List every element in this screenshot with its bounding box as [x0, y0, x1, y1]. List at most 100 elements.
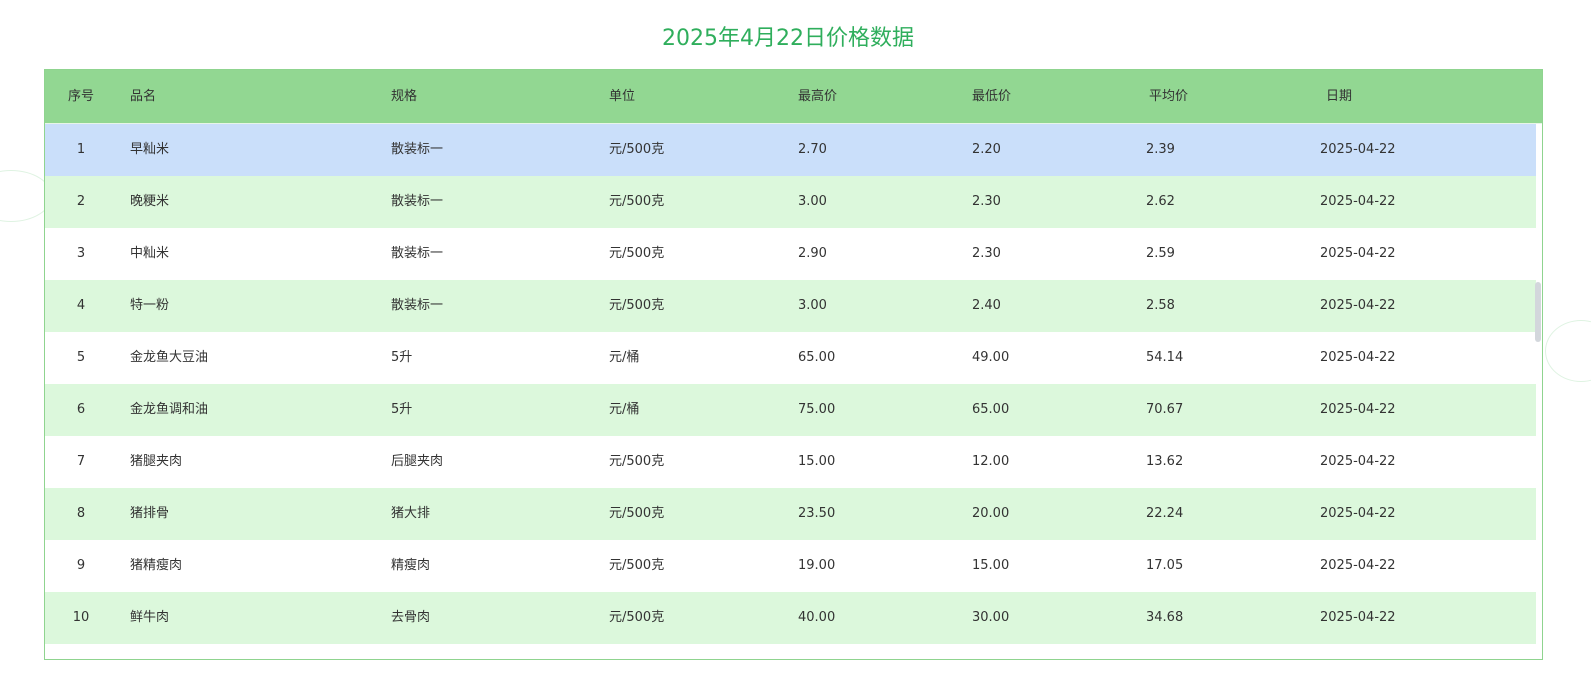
table-row[interactable]: 10 鲜牛肉 去骨肉 元/500克 40.00 30.00 34.68 2025-04-22 — [45, 592, 1536, 644]
cell-unit: 元/500克 — [609, 246, 665, 261]
cell-spec: 去骨肉 — [391, 610, 431, 625]
cell-spec: 猪大排 — [391, 506, 431, 521]
cell-avg-price: 70.67 — [1146, 402, 1184, 417]
header-date[interactable]: 日期 — [1326, 70, 1352, 123]
cell-date: 2025-04-22 — [1320, 558, 1396, 573]
cell-index: 7 — [76, 454, 86, 469]
cell-index: 1 — [76, 142, 86, 157]
cell-unit: 元/500克 — [609, 506, 665, 521]
cell-date: 2025-04-22 — [1320, 454, 1396, 469]
cell-name: 猪精瘦肉 — [130, 558, 183, 573]
cell-max-price: 2.90 — [798, 246, 827, 261]
cell-avg-price: 13.62 — [1146, 454, 1184, 469]
cell-avg-price: 17.05 — [1146, 558, 1184, 573]
header-index[interactable]: 序号 — [45, 70, 117, 123]
header-avg-price[interactable]: 平均价 — [1149, 70, 1188, 123]
table-row[interactable]: 1 早籼米 散装标一 元/500克 2.70 2.20 2.39 2025-04-22 — [45, 124, 1536, 176]
cell-name: 猪腿夹肉 — [130, 454, 183, 469]
cell-spec: 散装标一 — [391, 298, 444, 313]
cell-spec: 散装标一 — [391, 194, 444, 209]
header-spec[interactable]: 规格 — [391, 70, 417, 123]
cell-max-price: 2.70 — [798, 142, 827, 157]
cell-spec: 5升 — [391, 402, 413, 417]
cell-min-price: 12.00 — [972, 454, 1010, 469]
cell-unit: 元/500克 — [609, 558, 665, 573]
cell-unit: 元/500克 — [609, 454, 665, 469]
scrollbar[interactable] — [1535, 282, 1541, 342]
cell-index: 9 — [76, 558, 86, 573]
cell-avg-price: 34.68 — [1146, 610, 1184, 625]
cell-date: 2025-04-22 — [1320, 142, 1396, 157]
cell-spec: 精瘦肉 — [391, 558, 431, 573]
table-row[interactable]: 4 特一粉 散装标一 元/500克 3.00 2.40 2.58 2025-04-22 — [45, 280, 1536, 332]
table-row[interactable]: 2 晚粳米 散装标一 元/500克 3.00 2.30 2.62 2025-04-22 — [45, 176, 1536, 228]
cell-avg-price: 2.39 — [1146, 142, 1175, 157]
cell-index: 6 — [76, 402, 86, 417]
cell-date: 2025-04-22 — [1320, 194, 1396, 209]
table-row[interactable]: 7 猪腿夹肉 后腿夹肉 元/500克 15.00 12.00 13.62 2025-04-22 — [45, 436, 1536, 488]
cell-min-price: 2.30 — [972, 194, 1001, 209]
cell-date: 2025-04-22 — [1320, 246, 1396, 261]
cell-avg-price: 2.58 — [1146, 298, 1175, 313]
cell-name: 猪排骨 — [130, 506, 170, 521]
table-row[interactable]: 3 中籼米 散装标一 元/500克 2.90 2.30 2.59 2025-04-22 — [45, 228, 1536, 280]
cell-max-price: 3.00 — [798, 194, 827, 209]
table-row[interactable]: 8 猪排骨 猪大排 元/500克 23.50 20.00 22.24 2025-04-22 — [45, 488, 1536, 540]
cell-unit: 元/500克 — [609, 142, 665, 157]
cell-unit: 元/桶 — [609, 402, 640, 417]
cell-min-price: 2.30 — [972, 246, 1001, 261]
cell-name: 早籼米 — [130, 142, 170, 157]
cell-index: 5 — [76, 350, 86, 365]
cell-unit: 元/500克 — [609, 194, 665, 209]
table-body: 1 早籼米 散装标一 元/500克 2.70 2.20 2.39 2025-04-22 2 晚粳米… — [45, 124, 1542, 644]
cell-spec: 后腿夹肉 — [391, 454, 444, 469]
cell-unit: 元/500克 — [609, 298, 665, 313]
cell-name: 鲜牛肉 — [130, 610, 170, 625]
table-row[interactable]: 5 金龙鱼大豆油 5升 元/桶 65.00 49.00 54.14 2025-04-22 — [45, 332, 1536, 384]
header-name[interactable]: 品名 — [130, 70, 156, 123]
cell-max-price: 15.00 — [798, 454, 836, 469]
table-header: 序号 品名 规格 单位 最高价 最低价 平均价 日期 — [45, 70, 1542, 124]
cell-spec: 5升 — [391, 350, 413, 365]
cell-max-price: 75.00 — [798, 402, 836, 417]
cell-min-price: 2.40 — [972, 298, 1001, 313]
cell-min-price: 49.00 — [972, 350, 1010, 365]
cell-name: 晚粳米 — [130, 194, 170, 209]
header-max-price[interactable]: 最高价 — [798, 70, 837, 123]
cell-max-price: 65.00 — [798, 350, 836, 365]
cell-date: 2025-04-22 — [1320, 298, 1396, 313]
cell-avg-price: 54.14 — [1146, 350, 1184, 365]
cell-spec: 散装标一 — [391, 142, 444, 157]
cell-index: 3 — [76, 246, 86, 261]
background-decoration — [1545, 320, 1591, 382]
page-title: 2025年4月22日价格数据 — [662, 26, 914, 51]
cell-name: 中籼米 — [130, 246, 170, 261]
cell-index: 10 — [72, 610, 90, 625]
cell-name: 金龙鱼调和油 — [130, 402, 209, 417]
cell-spec: 散装标一 — [391, 246, 444, 261]
cell-index: 2 — [76, 194, 86, 209]
header-min-price[interactable]: 最低价 — [972, 70, 1011, 123]
cell-unit: 元/桶 — [609, 350, 640, 365]
price-table: 序号 品名 规格 单位 最高价 最低价 平均价 日期 1 早籼米 散装标一 元/500… — [44, 69, 1543, 660]
cell-max-price: 19.00 — [798, 558, 836, 573]
cell-max-price: 23.50 — [798, 506, 836, 521]
cell-avg-price: 2.62 — [1146, 194, 1175, 209]
cell-date: 2025-04-22 — [1320, 350, 1396, 365]
cell-name: 特一粉 — [130, 298, 170, 313]
cell-avg-price: 2.59 — [1146, 246, 1175, 261]
cell-avg-price: 22.24 — [1146, 506, 1184, 521]
cell-max-price: 40.00 — [798, 610, 836, 625]
cell-min-price: 15.00 — [972, 558, 1010, 573]
table-row[interactable]: 9 猪精瘦肉 精瘦肉 元/500克 19.00 15.00 17.05 2025-04-22 — [45, 540, 1536, 592]
cell-max-price: 3.00 — [798, 298, 827, 313]
cell-date: 2025-04-22 — [1320, 610, 1396, 625]
cell-date: 2025-04-22 — [1320, 506, 1396, 521]
table-row[interactable]: 6 金龙鱼调和油 5升 元/桶 75.00 65.00 70.67 2025-04-22 — [45, 384, 1536, 436]
header-unit[interactable]: 单位 — [609, 70, 635, 123]
cell-unit: 元/500克 — [609, 610, 665, 625]
cell-date: 2025-04-22 — [1320, 402, 1396, 417]
cell-min-price: 65.00 — [972, 402, 1010, 417]
cell-min-price: 2.20 — [972, 142, 1001, 157]
cell-index: 8 — [76, 506, 86, 521]
